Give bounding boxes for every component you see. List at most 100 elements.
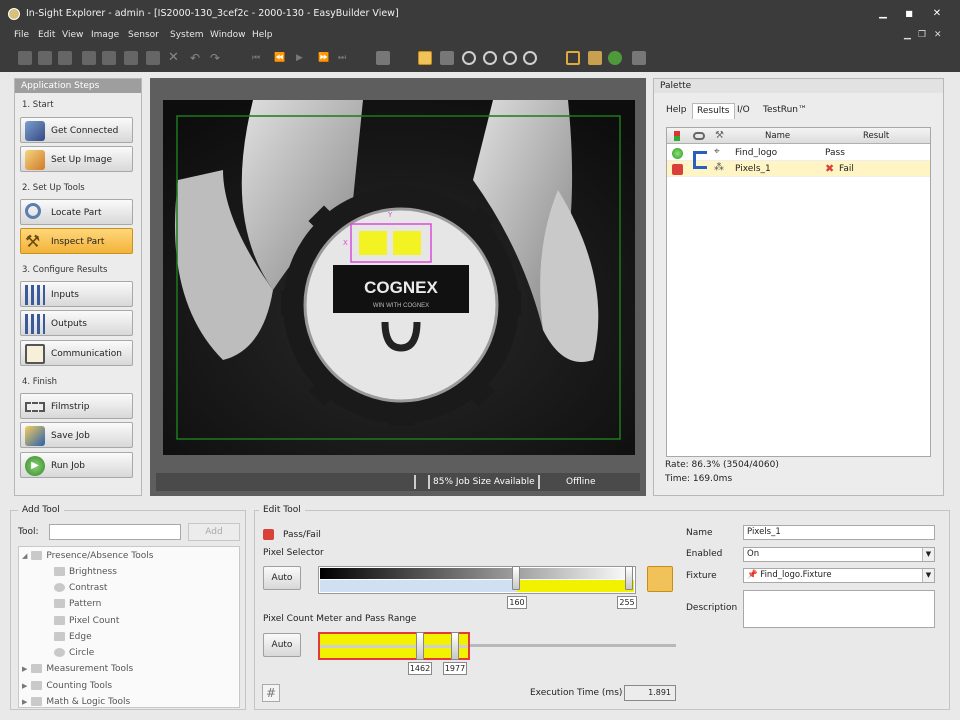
set-up-image-button[interactable]: Set Up Image [20,146,133,172]
tool-label: Tool: [18,527,39,537]
count-auto-button[interactable]: Auto [263,633,301,657]
tab-io[interactable]: I/O [733,103,754,119]
undo-icon[interactable]: ↶ [190,51,204,65]
menu-image[interactable]: Image [91,30,119,40]
tree-counting[interactable]: ▶ Counting Tools [22,681,112,691]
communication-label: Communication [51,349,122,359]
menu-help[interactable]: Help [252,30,273,40]
save-job-button[interactable]: Save Job [20,422,133,448]
save-icon[interactable] [58,51,72,65]
print-icon[interactable] [82,51,96,65]
zoom-out-icon[interactable] [483,51,497,65]
inspect-part-button[interactable]: ⚒ Inspect Part [20,228,133,254]
name-field[interactable]: Pixels_1 [743,525,935,540]
presence-tools-icon [31,551,43,560]
tree-math-logic[interactable]: ▶ Math & Logic Tools [22,697,130,707]
minimize-button[interactable]: ▁ [872,5,894,23]
pixel-count-meter[interactable] [318,632,470,660]
fixture-label: Fixture [686,571,717,581]
count-low-handle[interactable] [416,632,424,660]
fixture-dropdown[interactable]: 📌 Find_logo.Fixture ▼ [743,568,935,583]
zoom-in-icon[interactable] [462,51,476,65]
menu-window[interactable]: Window [210,30,246,40]
mdi-close-button[interactable]: ✕ [934,30,942,40]
outputs-button[interactable]: Outputs [20,310,133,336]
online-icon[interactable] [632,51,646,65]
tab-testrun[interactable]: TestRun™ [759,103,811,119]
live-icon[interactable] [418,51,432,65]
enabled-dropdown[interactable]: On ▼ [743,547,935,562]
delete-icon[interactable]: ✕ [168,51,182,65]
tree-edge[interactable]: Edge [54,632,92,642]
pixel-count-icon [54,616,65,625]
paste-icon[interactable] [124,51,138,65]
pixel-low-handle[interactable] [512,566,521,590]
zoom-100-icon[interactable] [523,51,537,65]
menu-sensor[interactable]: Sensor [128,30,159,40]
last-icon[interactable]: ⏭ [338,51,352,65]
filmstrip-button[interactable]: Filmstrip [20,393,133,419]
get-connected-label: Get Connected [51,126,119,136]
count-high-value: 1977 [443,662,467,675]
first-icon[interactable]: ⏮ [252,51,266,65]
prev-icon[interactable]: ⏪ [274,51,288,65]
outputs-icon [25,314,45,334]
invert-selection-icon[interactable] [647,566,673,592]
tree-pattern[interactable]: Pattern [54,599,101,609]
paste2-icon[interactable] [146,51,160,65]
inputs-button[interactable]: Inputs [20,281,133,307]
next-icon[interactable]: ⏩ [318,51,332,65]
pattern-tool-icon: ⌖ [714,146,720,157]
locate-part-label: Locate Part [51,208,102,218]
brightness-icon [54,567,65,576]
mdi-minimize-button[interactable]: ▁ [904,30,911,40]
acquire-icon[interactable] [440,51,454,65]
results-row-pixels[interactable]: ⁂ Pixels_1 ✖ Fail [667,157,930,177]
add-button[interactable]: Add [188,523,240,541]
outputs-label: Outputs [51,319,87,329]
inspect-part-label: Inspect Part [51,237,105,247]
menu-edit[interactable]: Edit [38,30,55,40]
camera-icon [25,121,45,141]
stop-icon[interactable] [376,51,390,65]
tree-contrast[interactable]: Contrast [54,583,107,593]
mdi-restore-button[interactable]: ❐ [918,30,926,40]
menu-system[interactable]: System [170,30,204,40]
tree-brightness[interactable]: Brightness [54,567,117,577]
pixel-auto-button[interactable]: Auto [263,566,301,590]
logo-text: COGNEX [364,278,438,297]
new-icon[interactable] [18,51,32,65]
zoom-fit-icon[interactable] [503,51,517,65]
mode-status: Offline [566,477,596,487]
edge-icon [54,632,65,641]
redo-icon[interactable]: ↷ [210,51,224,65]
pixel-high-handle[interactable] [625,566,633,590]
maximize-button[interactable]: ■ [898,5,920,23]
open-icon[interactable] [38,51,52,65]
menu-view[interactable]: View [62,30,83,40]
count-high-handle[interactable] [451,632,459,660]
camera-image[interactable]: COGNEX WIN WITH COGNEX X Y [163,100,635,455]
get-connected-button[interactable]: Get Connected [20,117,133,143]
locate-part-button[interactable]: Locate Part [20,199,133,225]
tool-input[interactable] [49,524,181,540]
grid-toggle-icon[interactable]: # [262,684,280,702]
menu-file[interactable]: File [14,30,29,40]
communication-button[interactable]: Communication [20,340,133,366]
close-button[interactable]: ✕ [926,5,948,23]
tree-measurement[interactable]: ▶ Measurement Tools [22,664,133,674]
fixture-icon[interactable] [566,51,580,65]
tab-results[interactable]: Results [692,103,735,119]
tree-pixel-count[interactable]: Pixel Count [54,616,119,626]
copy-icon[interactable] [102,51,116,65]
tree-circle[interactable]: Circle [54,648,94,658]
pixel-selector-slider[interactable] [318,566,636,594]
tree-presence-absence[interactable]: ◢ Presence/Absence Tools [22,551,153,561]
tab-help[interactable]: Help [662,103,691,119]
graphics-icon[interactable] [588,51,602,65]
play-icon[interactable]: ▶ [296,51,310,65]
run-job-button[interactable]: ▶ Run Job [20,452,133,478]
save-job-icon [25,426,45,446]
description-field[interactable] [743,590,935,628]
settings-icon[interactable] [608,51,622,65]
